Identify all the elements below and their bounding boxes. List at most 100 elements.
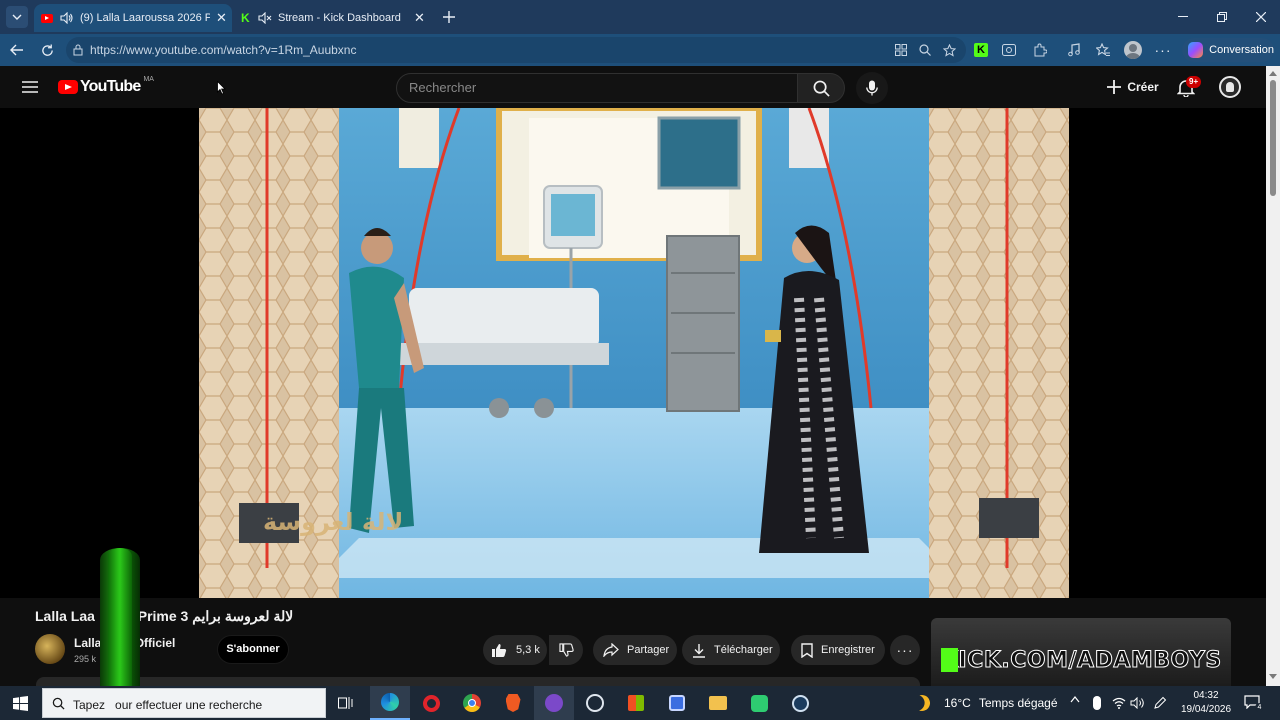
tab-kick[interactable]: K Stream - Kick Dashboard ✕ xyxy=(234,4,432,32)
media-control-icon[interactable] xyxy=(1061,34,1087,66)
favorite-star-icon[interactable] xyxy=(936,34,962,66)
video-frame[interactable]: لالة لعروسة xyxy=(199,108,1069,598)
store-icon xyxy=(628,695,644,711)
more-options-icon[interactable]: ··· xyxy=(1150,34,1176,66)
microphone-icon xyxy=(866,80,878,96)
show-watermark: لالة لعروسة xyxy=(263,508,404,536)
page-scrollbar[interactable] xyxy=(1266,66,1280,686)
taskbar-edge[interactable] xyxy=(370,686,410,720)
create-button[interactable]: Créer xyxy=(1100,72,1166,102)
task-view-icon xyxy=(338,697,353,709)
share-label: Partager xyxy=(627,644,670,656)
taskbar-search-box[interactable]: Tapez our effectuer une recherche xyxy=(42,688,326,718)
taskbar-obs[interactable] xyxy=(534,686,574,720)
app-available-icon[interactable] xyxy=(888,34,914,66)
channel-avatar[interactable] xyxy=(35,634,65,664)
url-host: https://www.youtube.com xyxy=(90,43,224,57)
search-icon xyxy=(52,697,65,710)
notification-center-button[interactable]: 4 xyxy=(1244,695,1264,712)
kick-k-mark xyxy=(941,648,958,672)
back-button[interactable] xyxy=(4,34,30,66)
account-avatar[interactable] xyxy=(1219,76,1241,98)
search-button[interactable] xyxy=(797,73,845,103)
weather-widget[interactable]: 16°C Temps dégagé xyxy=(914,686,1064,720)
voice-search-button[interactable] xyxy=(856,72,888,104)
save-label: Enregistrer xyxy=(821,644,875,656)
notification-count: 4 xyxy=(1255,703,1264,712)
subscriber-count: 295 k xyxy=(74,654,97,664)
minimize-button[interactable] xyxy=(1164,0,1202,34)
taskbar-app-blue[interactable] xyxy=(657,686,697,720)
browser-toolbar: https://www.youtube.com/watch?v=1Rm_Auub… xyxy=(0,34,1280,66)
scroll-down-icon[interactable] xyxy=(1269,674,1277,680)
close-window-button[interactable] xyxy=(1242,0,1280,34)
youtube-logo[interactable]: YouTube MA xyxy=(58,76,154,97)
search-input[interactable] xyxy=(409,80,779,95)
refresh-icon xyxy=(41,43,53,56)
profile-avatar[interactable] xyxy=(1120,34,1146,66)
weather-temperature: 16°C xyxy=(944,696,971,710)
opera-icon xyxy=(422,694,440,712)
task-view-button[interactable] xyxy=(326,686,366,720)
youtube-logo-icon xyxy=(58,80,78,94)
scroll-up-icon[interactable] xyxy=(1269,70,1277,76)
chevron-down-icon xyxy=(12,14,22,20)
more-horizontal-icon: ··· xyxy=(896,642,914,658)
start-button[interactable] xyxy=(0,686,40,720)
clock-time: 04:32 xyxy=(1193,690,1219,701)
taskbar-steam[interactable] xyxy=(780,686,820,720)
windows-logo-icon xyxy=(12,695,28,711)
tab-actions-button[interactable] xyxy=(6,6,28,28)
maximize-button[interactable] xyxy=(1203,0,1241,34)
video-title: Lalla Laa 2026 Prime 3 لالة لعروسة برايم xyxy=(35,608,294,624)
favorites-icon[interactable] xyxy=(1090,34,1116,66)
tray-microphone-icon[interactable] xyxy=(1093,696,1101,710)
subscribe-button[interactable]: S'abonner xyxy=(217,635,289,664)
kick-extension-icon[interactable]: K xyxy=(968,34,994,66)
copilot-conversation-button[interactable]: Conversation xyxy=(1182,38,1274,62)
taskbar-file-explorer[interactable] xyxy=(698,686,738,720)
volume-icon[interactable] xyxy=(1130,697,1146,709)
taskbar-clock[interactable]: 04:32 19/04/2026 xyxy=(1176,689,1236,717)
speaker-icon[interactable] xyxy=(60,12,74,24)
tab-youtube[interactable]: (9) Lalla Laaroussa 2026 Prime ✕ xyxy=(34,4,232,32)
download-button[interactable]: Télécharger xyxy=(682,635,780,665)
share-button[interactable]: Partager xyxy=(593,635,677,665)
dislike-button[interactable] xyxy=(549,635,583,665)
description-box-edge[interactable] xyxy=(36,677,920,686)
zoom-icon[interactable] xyxy=(912,34,938,66)
show-hidden-icons[interactable] xyxy=(1070,696,1080,703)
guide-menu-button[interactable] xyxy=(18,76,42,98)
like-button[interactable]: 5,3 k xyxy=(483,635,547,665)
taskbar-brave[interactable] xyxy=(493,686,533,720)
notifications-button[interactable]: 9+ xyxy=(1174,74,1202,102)
new-tab-button[interactable] xyxy=(438,6,460,28)
moon-icon xyxy=(912,693,933,714)
taskbar-capture-app[interactable] xyxy=(575,686,615,720)
weather-description: Temps dégagé xyxy=(978,696,1058,710)
thumbs-down-icon xyxy=(558,643,574,657)
app-icon xyxy=(669,695,685,711)
kick-overlay-banner: KICK.COM/ADAMBOYS xyxy=(931,618,1231,686)
reload-button[interactable] xyxy=(34,34,60,66)
copilot-icon xyxy=(1188,42,1204,58)
kick-favicon-icon: K xyxy=(241,11,250,25)
close-tab-icon[interactable]: ✕ xyxy=(216,10,227,26)
close-tab-icon[interactable]: ✕ xyxy=(414,10,425,26)
save-button[interactable]: Enregistrer xyxy=(791,635,885,665)
taskbar-app-green[interactable] xyxy=(739,686,779,720)
more-actions-button[interactable]: ··· xyxy=(890,635,920,665)
screenshot-extension-icon[interactable] xyxy=(996,34,1022,66)
extensions-puzzle-icon[interactable] xyxy=(1027,34,1053,66)
hamburger-menu-icon xyxy=(22,81,38,93)
taskbar-opera[interactable] xyxy=(411,686,451,720)
taskbar-chrome[interactable] xyxy=(452,686,492,720)
address-bar[interactable]: https://www.youtube.com/watch?v=1Rm_Auub… xyxy=(66,37,966,63)
scrollbar-thumb[interactable] xyxy=(1270,80,1276,196)
speaker-muted-icon[interactable] xyxy=(258,12,272,24)
app-icon xyxy=(750,694,768,712)
youtube-favicon-icon xyxy=(41,13,53,23)
taskbar-store[interactable] xyxy=(616,686,656,720)
pen-icon[interactable] xyxy=(1153,696,1167,710)
wifi-icon[interactable] xyxy=(1112,697,1126,709)
